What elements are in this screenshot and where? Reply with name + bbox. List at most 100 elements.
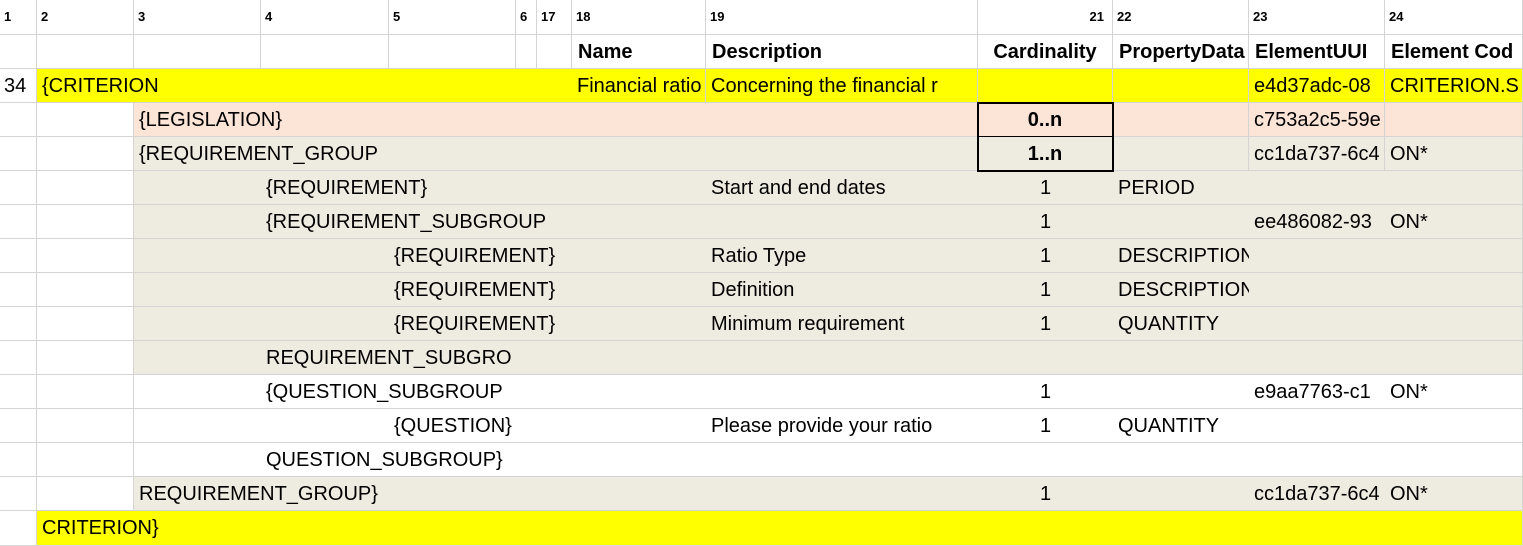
header-cell-empty[interactable] (516, 35, 537, 69)
row-number[interactable] (0, 375, 37, 409)
description-cell[interactable]: Concerning the financial r (706, 69, 978, 103)
empty-cell[interactable] (134, 443, 261, 477)
header-element-code[interactable]: Element Cod (1385, 35, 1523, 69)
header-cell-empty[interactable] (537, 35, 572, 69)
row-number[interactable] (0, 409, 37, 443)
element-code-cell[interactable]: ON* (1385, 375, 1523, 409)
element-code-cell[interactable] (1385, 239, 1523, 273)
property-data-cell[interactable] (1113, 205, 1249, 239)
header-cell-empty[interactable] (37, 35, 134, 69)
empty-cell[interactable] (134, 307, 389, 341)
cardinality-cell[interactable]: 1 (978, 239, 1113, 273)
element-uuid-cell[interactable] (1249, 239, 1385, 273)
row-number[interactable] (0, 511, 37, 546)
requirement-cell[interactable]: {REQUIREMENT} (389, 307, 706, 341)
col-index-17[interactable]: 17 (537, 0, 572, 35)
element-code-cell[interactable] (1385, 307, 1523, 341)
criterion-open-cell[interactable]: {CRITERION (37, 69, 572, 103)
empty-cell[interactable] (134, 375, 261, 409)
requirement-cell[interactable]: {REQUIREMENT} (389, 239, 706, 273)
row-number[interactable] (0, 443, 37, 477)
requirement-cell[interactable]: {REQUIREMENT} (261, 171, 706, 205)
empty-cell[interactable] (134, 239, 389, 273)
cardinality-cell[interactable]: 1 (978, 171, 1113, 205)
cardinality-cell[interactable] (978, 69, 1113, 103)
header-cell-empty[interactable] (389, 35, 516, 69)
question-subgroup-close-cell[interactable]: QUESTION_SUBGROUP} (261, 443, 1523, 477)
element-uuid-cell[interactable] (1249, 409, 1385, 443)
col-index-23[interactable]: 23 (1249, 0, 1385, 35)
empty-cell[interactable] (37, 477, 134, 511)
element-uuid-cell[interactable]: cc1da737-6c4 (1249, 477, 1385, 511)
element-uuid-cell[interactable] (1249, 273, 1385, 307)
col-index-21[interactable]: 21 (978, 0, 1113, 35)
cardinality-cell[interactable]: 1 (978, 409, 1113, 443)
col-index-6[interactable]: 6 (516, 0, 537, 35)
empty-cell[interactable] (37, 341, 134, 375)
header-name[interactable]: Name (572, 35, 706, 69)
col-index-5[interactable]: 5 (389, 0, 516, 35)
empty-cell[interactable] (37, 409, 134, 443)
col-index-4[interactable]: 4 (261, 0, 389, 35)
property-data-cell[interactable]: PERIOD (1113, 171, 1249, 205)
property-data-cell[interactable] (1113, 137, 1249, 171)
empty-cell[interactable] (134, 205, 261, 239)
property-data-cell[interactable] (1113, 477, 1249, 511)
empty-cell[interactable] (134, 273, 389, 307)
col-index-18[interactable]: 18 (572, 0, 706, 35)
col-index-3[interactable]: 3 (134, 0, 261, 35)
empty-cell[interactable] (134, 171, 261, 205)
row-number[interactable] (0, 205, 37, 239)
property-data-cell[interactable] (1113, 69, 1249, 103)
requirement-subgroup-close-cell[interactable]: REQUIREMENT_SUBGRO (261, 341, 1523, 375)
element-code-cell[interactable]: CRITERION.S (1385, 69, 1523, 103)
empty-cell[interactable] (37, 273, 134, 307)
empty-cell[interactable] (37, 443, 134, 477)
name-cell[interactable]: Financial ratio (572, 69, 706, 103)
row-number[interactable] (0, 239, 37, 273)
cardinality-cell[interactable]: 1 (978, 273, 1113, 307)
legislation-cell[interactable]: {LEGISLATION} (134, 103, 978, 137)
col-index-22[interactable]: 22 (1113, 0, 1249, 35)
description-cell[interactable]: Minimum requirement (706, 307, 978, 341)
element-uuid-cell[interactable] (1249, 307, 1385, 341)
row-number[interactable] (0, 137, 37, 171)
header-cardinality[interactable]: Cardinality (978, 35, 1113, 69)
empty-cell[interactable] (37, 171, 134, 205)
cardinality-cell[interactable]: 1 (978, 477, 1113, 511)
row-number[interactable] (0, 273, 37, 307)
element-code-cell[interactable]: ON* (1385, 205, 1523, 239)
property-data-cell[interactable]: DESCRIPTION (1113, 239, 1255, 273)
row-number[interactable] (0, 103, 37, 137)
property-data-cell[interactable]: DESCRIPTION (1113, 273, 1255, 307)
cardinality-cell[interactable]: 1 (978, 307, 1113, 341)
element-code-cell[interactable] (1385, 273, 1523, 307)
requirement-subgroup-open-cell[interactable]: {REQUIREMENT_SUBGROUP (261, 205, 978, 239)
element-uuid-cell[interactable]: e4d37adc-08 (1249, 69, 1385, 103)
header-cell-empty[interactable] (134, 35, 261, 69)
question-cell[interactable]: {QUESTION} (389, 409, 706, 443)
col-index-19[interactable]: 19 (706, 0, 978, 35)
cardinality-cell[interactable]: 1 (978, 205, 1113, 239)
empty-cell[interactable] (37, 239, 134, 273)
element-code-cell[interactable]: ON* (1385, 477, 1523, 511)
element-code-cell[interactable]: ON* (1385, 137, 1523, 171)
row-number[interactable]: 34 (0, 69, 37, 103)
element-uuid-cell[interactable]: e9aa7763-c1 (1249, 375, 1385, 409)
element-uuid-cell[interactable]: cc1da737-6c4 (1249, 137, 1385, 171)
row-number[interactable] (0, 341, 37, 375)
row-number[interactable] (0, 171, 37, 205)
header-element-uuid[interactable]: ElementUUI (1249, 35, 1385, 69)
property-data-cell[interactable]: QUANTITY (1113, 307, 1249, 341)
empty-cell[interactable] (37, 375, 134, 409)
empty-cell[interactable] (134, 409, 389, 443)
requirement-group-open-cell[interactable]: {REQUIREMENT_GROUP (134, 137, 978, 171)
col-index-1[interactable]: 1 (0, 0, 37, 35)
property-data-cell[interactable] (1113, 103, 1249, 137)
criterion-close-cell[interactable]: CRITERION} (37, 511, 1523, 546)
description-cell[interactable]: Definition (706, 273, 978, 307)
element-code-cell[interactable] (1385, 409, 1523, 443)
row-number[interactable] (0, 307, 37, 341)
header-description[interactable]: Description (706, 35, 978, 69)
description-cell[interactable]: Please provide your ratio (706, 409, 978, 443)
